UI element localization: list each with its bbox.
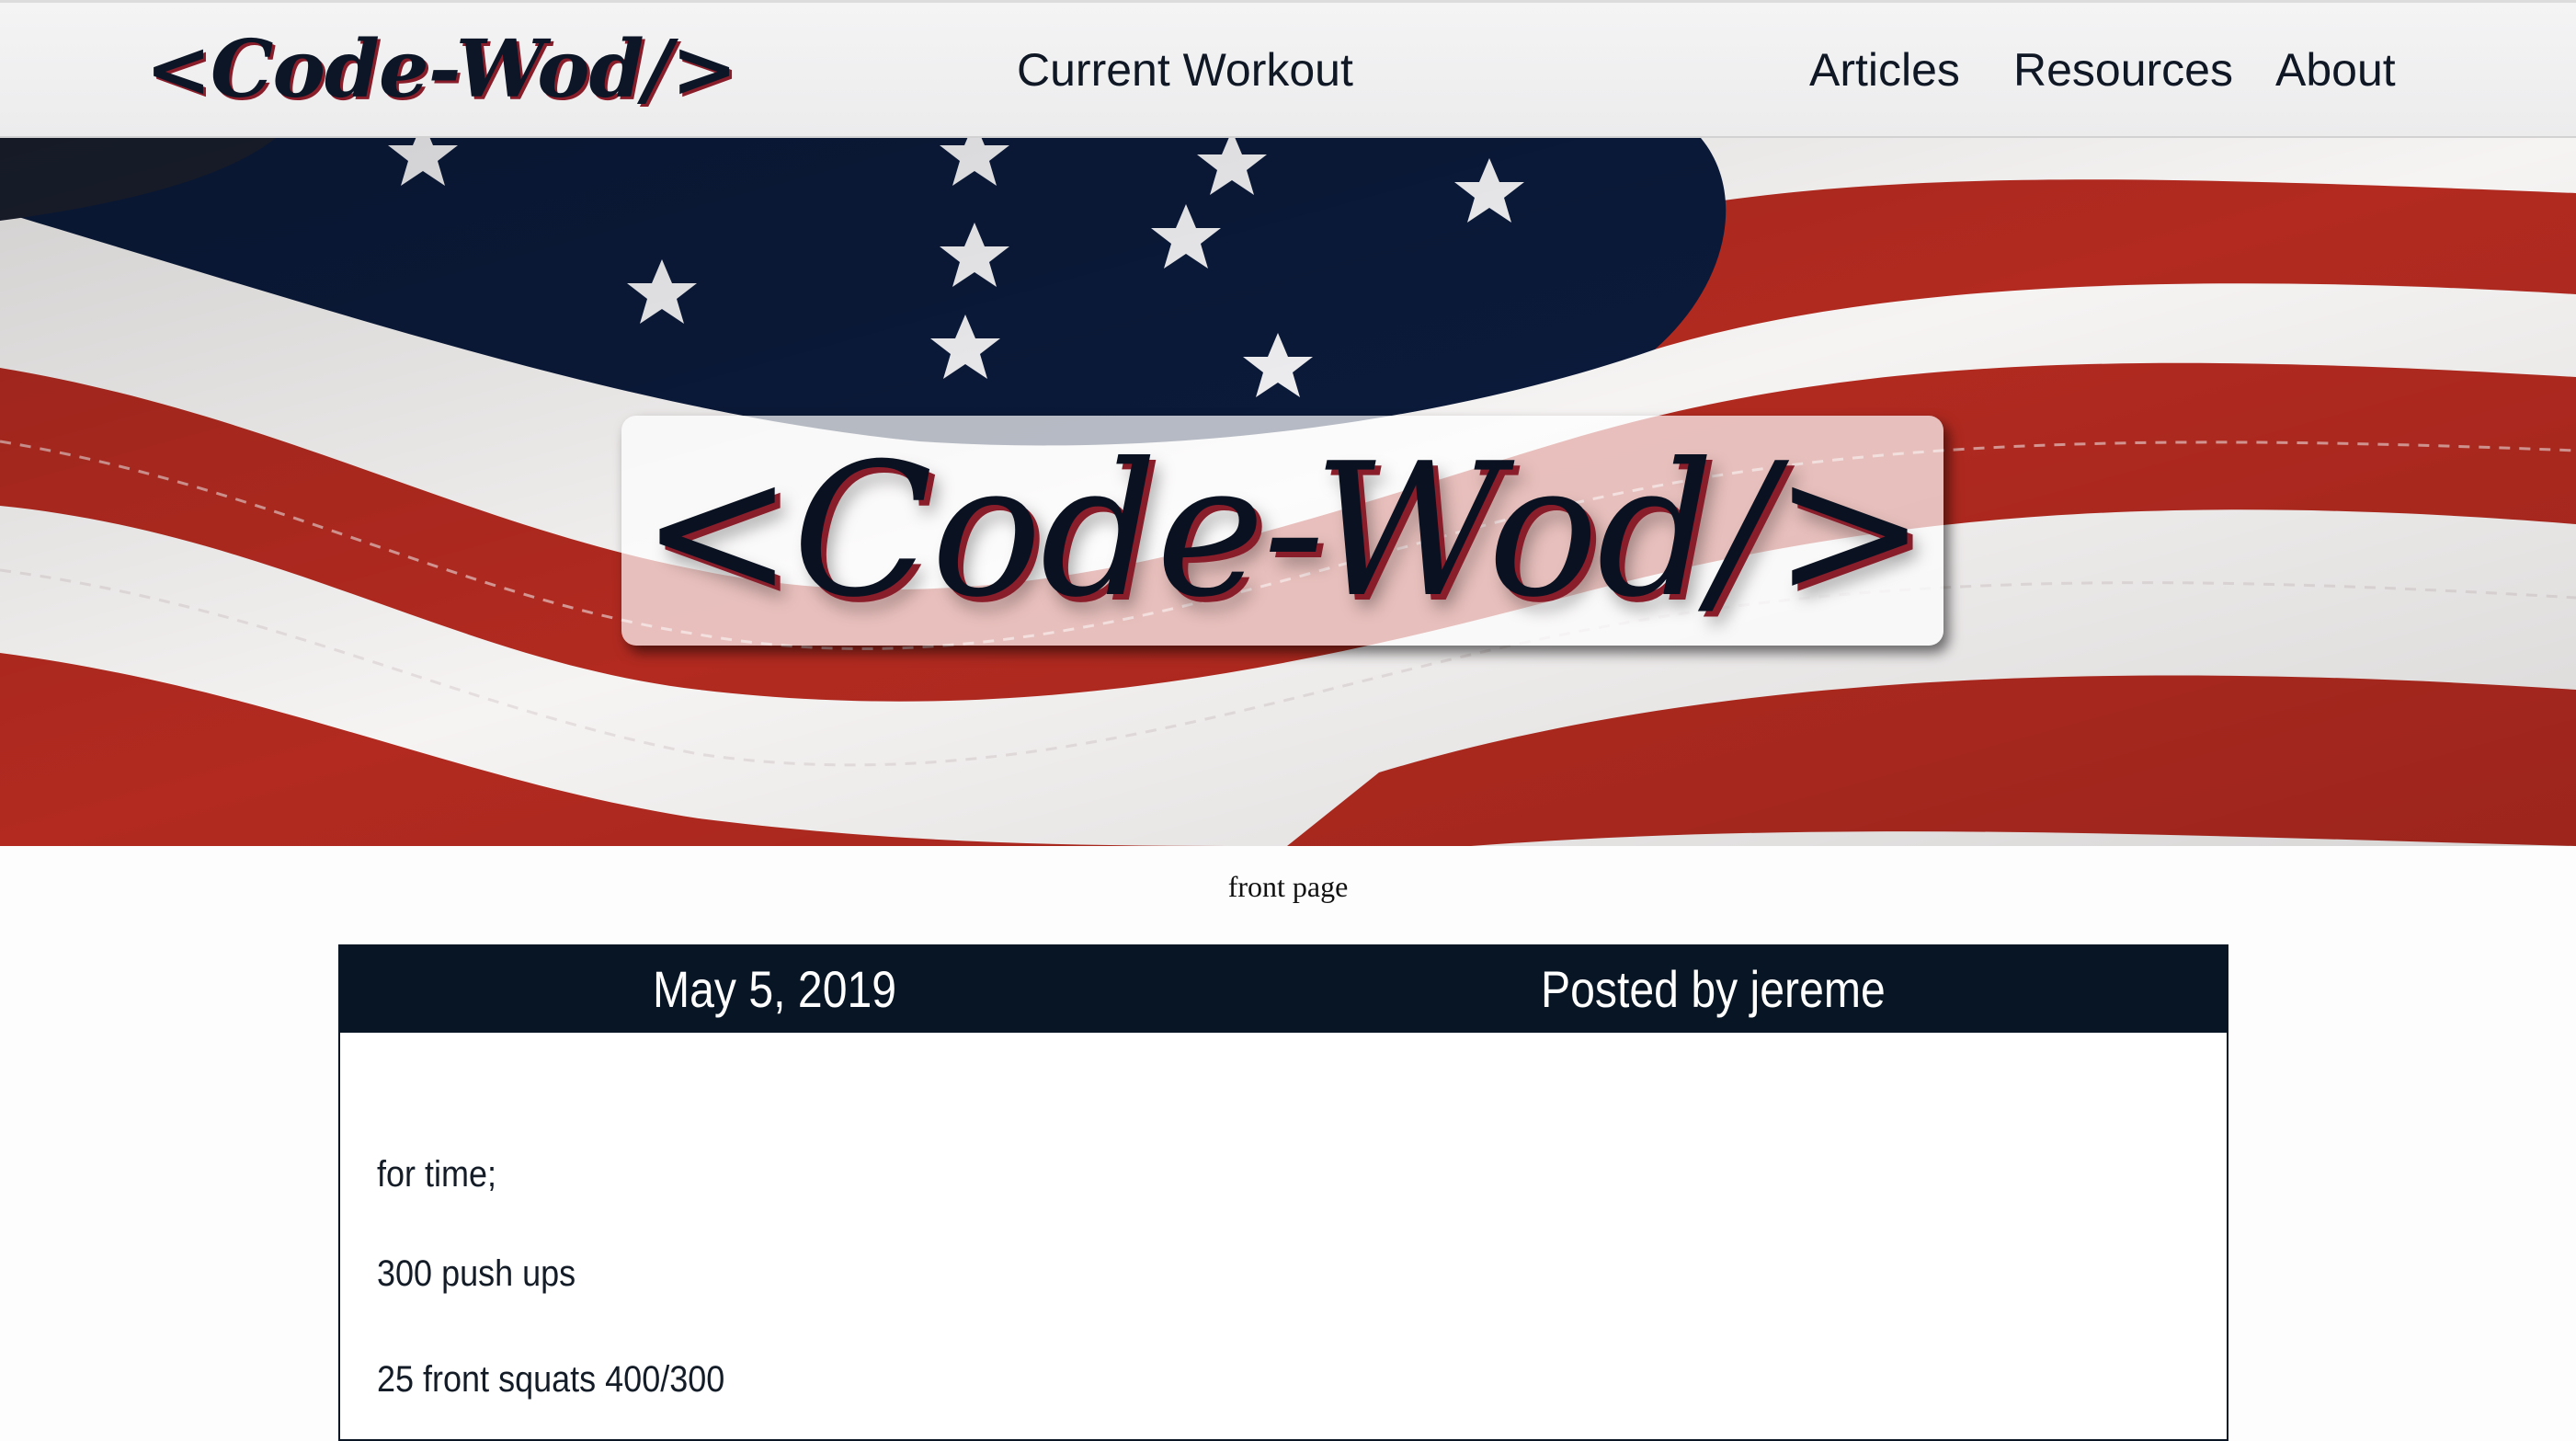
post-line: for time; (377, 1154, 497, 1195)
nav-about[interactable]: About (2275, 38, 2396, 102)
post-date: May 5, 2019 (653, 960, 897, 1018)
hero-title: <Code-Wod/> (640, 423, 1926, 638)
post-line: 25 front squats 400/300 (377, 1359, 725, 1400)
hero-title-panel: <Code-Wod/> (621, 416, 1943, 646)
page-caption: front page (1227, 870, 1349, 903)
hero-banner: <Code-Wod/> (0, 138, 2576, 846)
post-line: 300 push ups (377, 1253, 576, 1294)
top-navbar: <Code-Wod/> Current Workout Articles Res… (0, 0, 2576, 138)
nav-articles[interactable]: Articles (1809, 38, 1960, 102)
nav-resources[interactable]: Resources (2013, 38, 2233, 102)
post-header: May 5, 2019 Posted by jereme (340, 946, 2227, 1033)
workout-post-card: May 5, 2019 Posted by jereme for time; 3… (338, 944, 2228, 1441)
post-author: Posted by jereme (1541, 960, 1886, 1018)
site-logo[interactable]: <Code-Wod/> (145, 19, 737, 120)
nav-current-workout[interactable]: Current Workout (1017, 38, 1353, 102)
